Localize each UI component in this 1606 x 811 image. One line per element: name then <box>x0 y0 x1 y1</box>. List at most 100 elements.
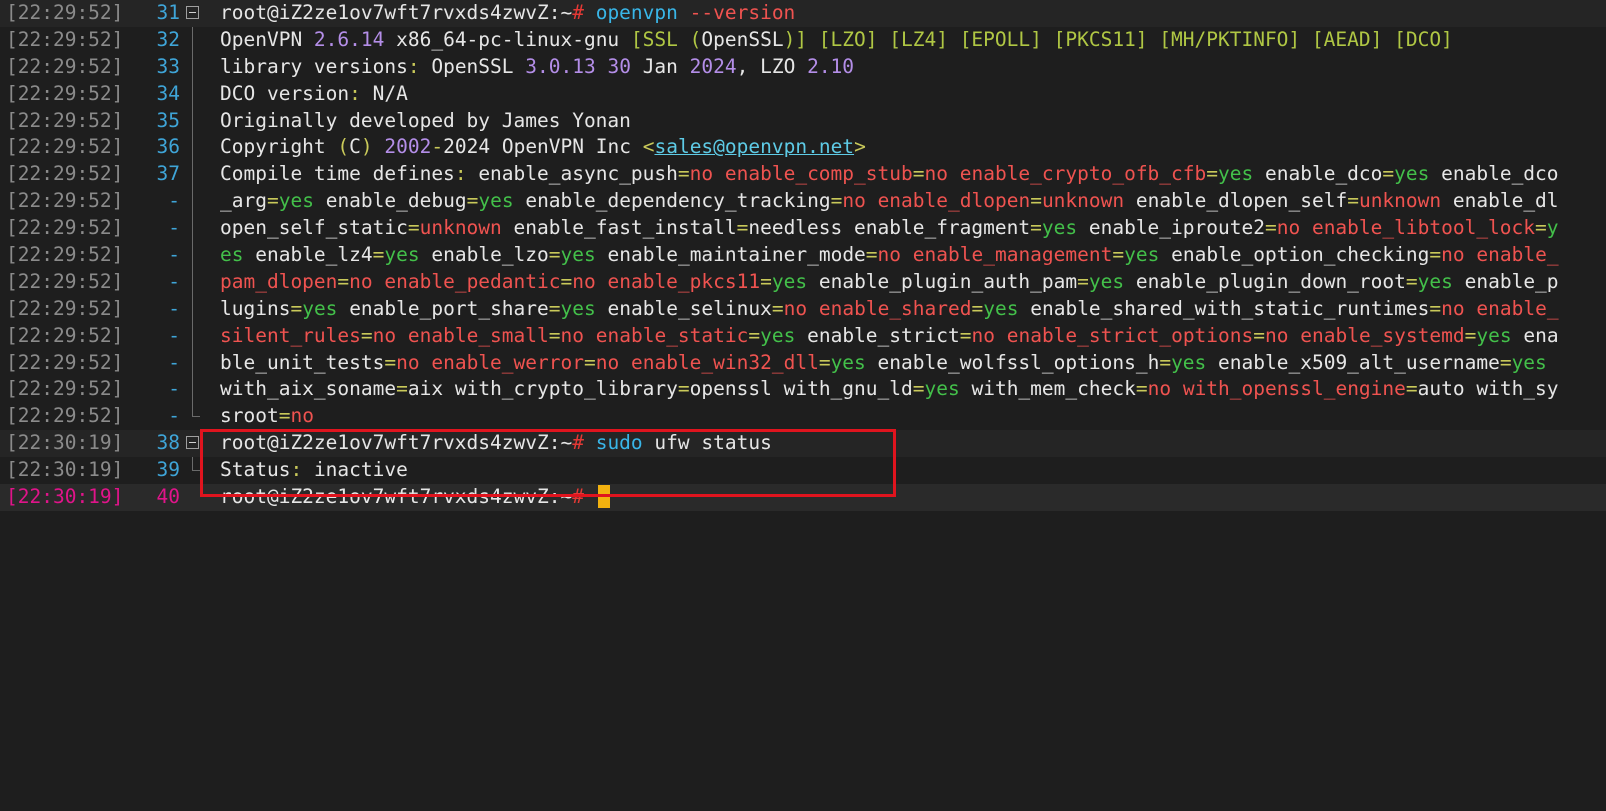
text-segment: yes <box>560 243 596 267</box>
text-segment <box>420 351 432 374</box>
fold-toggle-icon[interactable] <box>186 6 199 19</box>
text-segment: DCO version <box>220 81 350 105</box>
line-text: Originally developed by James Yonan <box>220 108 631 135</box>
text-segment: enable_pedantic <box>384 269 561 293</box>
text-segment: : <box>407 54 420 78</box>
fold-guide <box>192 188 193 216</box>
text-segment: = <box>677 162 690 186</box>
terminal-line: [22:29:52] 32 OpenVPN 2.6.14 x86_64-pc-lin… <box>0 26 1606 54</box>
text-segment <box>596 270 608 293</box>
text-segment: with_mem_check <box>971 377 1136 401</box>
fold-toggle-icon[interactable] <box>186 436 199 450</box>
text-segment: = <box>736 216 749 240</box>
timestamp: [22:29:52] <box>6 350 124 374</box>
text-segment <box>420 243 432 266</box>
timestamp: [22:29:52] <box>6 269 124 293</box>
line-number: 37 <box>156 162 180 186</box>
text-segment: = <box>360 323 373 347</box>
text-segment: enable_plugin_auth_pam <box>818 269 1078 293</box>
command-name: openvpn <box>595 1 678 24</box>
terminal-line: [22:30:19] 38 root@iZ2ze1ov7wft7rvxds4zwvZ… <box>0 430 1606 458</box>
line-number: - <box>168 189 180 213</box>
text-segment: enable_dco <box>1265 162 1383 186</box>
fold-guide <box>192 215 193 243</box>
text-segment: enable_lz4 <box>255 243 373 267</box>
line-text: sroot=no <box>220 403 314 430</box>
text-segment: enable_option_checking <box>1171 243 1430 267</box>
text-segment <box>502 216 514 239</box>
text-segment: = <box>1429 243 1442 267</box>
text-segment: no <box>1441 296 1465 320</box>
terminal-line: [22:29:52] - _arg=yes enable_debug=yes ena… <box>0 188 1606 216</box>
text-segment <box>1289 324 1301 347</box>
terminal-line: [22:29:52] - ble_unit_tests=no enable_werr… <box>0 349 1606 377</box>
text-segment <box>866 351 878 374</box>
timestamp: [22:29:52] <box>6 404 124 428</box>
text-segment <box>901 243 913 266</box>
text-segment: = <box>1206 162 1219 186</box>
line-text: ble_unit_tests=no enable_werror=no enabl… <box>220 350 1547 377</box>
text-segment: yes <box>384 243 420 267</box>
text-segment: y <box>1546 216 1559 240</box>
line-text: Copyright (C) 2002-2024 OpenVPN Inc <sal… <box>220 134 866 161</box>
text-segment: enable_dco <box>1429 162 1559 186</box>
text-segment <box>866 189 878 212</box>
line-text: Status: inactive <box>220 457 408 484</box>
line-number: - <box>168 323 180 347</box>
terminal-line: [22:29:52] - silent_rules=no enable_small=… <box>0 322 1606 350</box>
text-segment: no <box>290 404 314 428</box>
text-segment <box>842 216 854 239</box>
text-segment: ( <box>677 27 702 51</box>
text-segment: = <box>1405 377 1418 401</box>
text-cursor[interactable] <box>597 485 610 509</box>
text-segment: enable_async_push <box>478 162 678 186</box>
line-number: 33 <box>156 54 180 78</box>
text-segment: enable_selinux <box>607 296 772 320</box>
text-segment: > <box>854 135 866 159</box>
line-text: _arg=yes enable_debug=yes enable_depende… <box>220 188 1559 215</box>
text-segment: enable_port_share <box>349 296 549 320</box>
text-segment: no <box>1265 323 1289 347</box>
line-number: - <box>168 404 180 428</box>
text-segment: 2024 <box>689 54 737 78</box>
text-segment: = <box>466 189 479 213</box>
terminal-output[interactable]: [22:29:52] 31 root@iZ2ze1ov7wft7rvxds4zwvZ… <box>0 0 1606 511</box>
line-number: 34 <box>156 81 180 105</box>
text-segment: yes <box>771 269 808 293</box>
line-text: lugins=yes enable_port_share=yes enable_… <box>220 296 1559 323</box>
line-text: silent_rules=no enable_small=no enable_s… <box>220 323 1559 350</box>
timestamp: [22:29:52] <box>6 189 124 213</box>
text-segment: _arg <box>220 189 267 213</box>
timestamp: [22:29:52] <box>6 1 124 24</box>
text-segment: [LZ4] <box>877 27 948 51</box>
text-segment: Status <box>220 458 291 482</box>
text-segment: no <box>595 350 620 374</box>
text-segment: = <box>278 404 291 428</box>
text-segment: enable_werror <box>431 350 584 374</box>
text-segment: yes <box>1041 216 1078 240</box>
text-segment: = <box>1464 323 1477 347</box>
terminal-line: [22:30:19] 39 Status: inactive <box>0 457 1606 484</box>
text-segment <box>1077 216 1089 239</box>
text-segment: no <box>1147 377 1172 401</box>
line-number: - <box>168 269 180 293</box>
text-segment <box>619 351 631 374</box>
text-segment: = <box>548 323 561 347</box>
text-segment: 2024 <box>443 135 491 159</box>
text-segment: enable_fast_install <box>513 216 737 240</box>
terminal-line: [22:30:19] 40 root@iZ2ze1ov7wft7rvxds4zwvZ… <box>0 484 1606 511</box>
email-link[interactable]: sales@openvpn.net <box>654 135 854 158</box>
text-segment: yes <box>1476 323 1512 347</box>
text-segment: = <box>548 243 561 267</box>
text-segment: yes <box>278 189 314 213</box>
text-segment: Jan <box>630 54 690 78</box>
timestamp: [22:29:52] <box>6 81 124 105</box>
fold-guide <box>192 107 193 135</box>
text-segment: silent_rules <box>220 323 361 347</box>
text-segment: : <box>349 81 361 105</box>
prompt: root@iZ2ze1ov7wft7rvxds4zwvZ:~ <box>220 431 573 455</box>
text-segment: OpenVPN <box>220 27 314 51</box>
text-segment <box>1206 351 1218 374</box>
fold-guide <box>192 349 193 377</box>
fold-guide <box>192 80 193 108</box>
